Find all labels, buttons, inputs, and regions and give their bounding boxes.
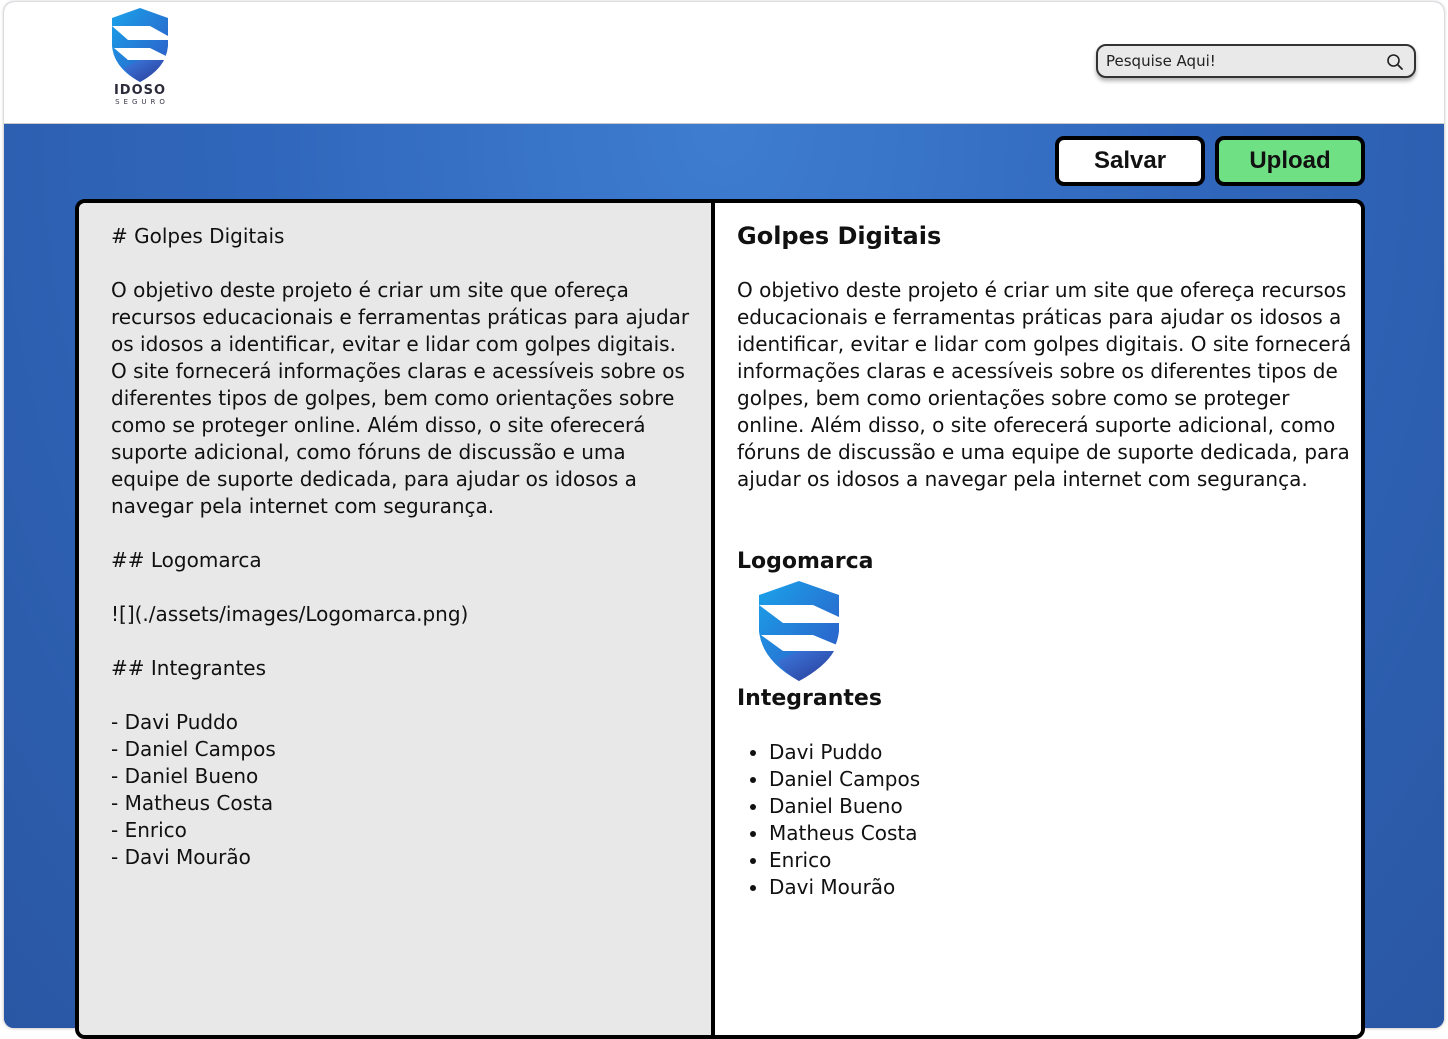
preview-paragraph: O objetivo deste projeto é criar um site… bbox=[737, 278, 1352, 491]
upload-button[interactable]: Upload bbox=[1215, 136, 1365, 186]
logo-tagline: SEGURO bbox=[115, 98, 169, 106]
logo[interactable]: IDOSO SEGURO bbox=[100, 6, 180, 118]
logo-name: IDOSO bbox=[113, 83, 167, 98]
list-item: Daniel Campos bbox=[769, 766, 1361, 793]
markdown-workspace: # Golpes Digitais O objetivo deste proje… bbox=[75, 199, 1365, 1039]
markdown-source[interactable]: # Golpes Digitais O objetivo deste proje… bbox=[111, 223, 691, 871]
search-icon[interactable] bbox=[1386, 53, 1404, 71]
preview-logo-image bbox=[759, 581, 839, 681]
search-box[interactable] bbox=[1096, 44, 1416, 78]
preview-title: Golpes Digitais bbox=[737, 222, 942, 250]
list-item: Daniel Bueno bbox=[769, 793, 1361, 820]
shield-logo-icon bbox=[112, 8, 168, 82]
list-item: Matheus Costa bbox=[769, 820, 1361, 847]
search-input[interactable] bbox=[1106, 50, 1376, 72]
list-item: Enrico bbox=[769, 847, 1361, 874]
header: IDOSO SEGURO bbox=[4, 2, 1444, 124]
list-item: Davi Puddo bbox=[769, 739, 1361, 766]
markdown-editor[interactable]: # Golpes Digitais O objetivo deste proje… bbox=[79, 203, 715, 1035]
preview-members-heading: Integrantes bbox=[737, 686, 882, 711]
preview-members-list: Davi Puddo Daniel Campos Daniel Bueno Ma… bbox=[769, 739, 1361, 901]
markdown-preview: Golpes Digitais O objetivo deste projeto… bbox=[719, 203, 1361, 1035]
preview-logo-heading: Logomarca bbox=[737, 549, 874, 574]
list-item: Davi Mourão bbox=[769, 874, 1361, 901]
save-button[interactable]: Salvar bbox=[1055, 136, 1205, 186]
